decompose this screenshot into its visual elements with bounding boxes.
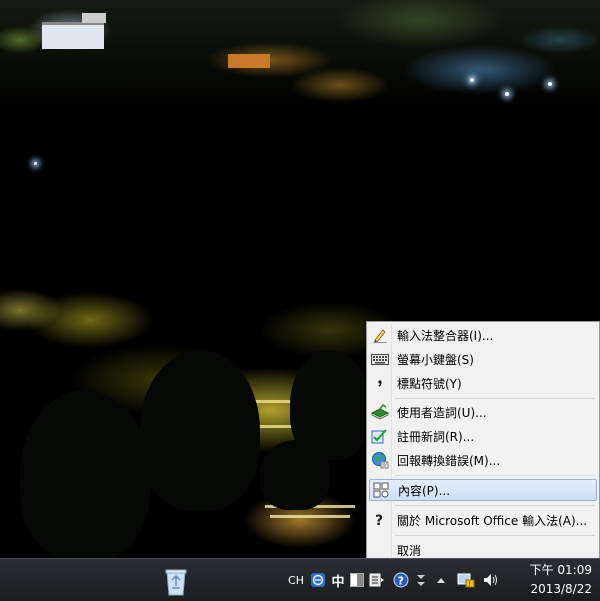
menu-item-label: 回報轉換錯誤(M)... [397,453,501,468]
network-icon[interactable]: ! [456,571,476,589]
taskbar: CH 中 ? ! 下午 01:09 2013/8/22 [0,558,600,601]
language-indicator[interactable]: CH [286,571,306,589]
wallpaper-tree [140,350,260,510]
menu-item-label: 使用者造詞(U)... [397,405,487,420]
menu-item-label: 註冊新詞(R)... [397,429,475,444]
clock-time: 下午 01:09 [529,563,592,577]
svg-text:?: ? [375,513,383,528]
show-hidden-icons-icon[interactable] [434,571,448,589]
menu-item-user-dictionary[interactable]: 使用者造詞(U)... [369,401,597,423]
menu-separator [395,505,595,506]
wallpaper-tree [260,440,330,510]
properties-icon [370,479,392,501]
recycle-bin-icon[interactable] [160,565,192,597]
wallpaper-lights [228,54,270,68]
ime-context-menu: 輸入法整合器(I)... 螢幕小鍵盤(S) 標點符號(Y) 使用者造詞(U)..… [366,321,600,565]
ime-icon[interactable] [309,571,327,589]
menu-separator [395,398,595,399]
menu-item-label: 取消 [397,543,422,558]
fullwidth-toggle-icon[interactable] [349,571,365,589]
clock-date: 2013/8/22 [530,582,592,596]
wallpaper-road [270,515,350,518]
menu-item-soft-keyboard[interactable]: 螢幕小鍵盤(S) [369,348,597,370]
pencil-icon [369,324,391,346]
soft-keyboard-tray-icon[interactable] [368,571,386,589]
svg-text:!: ! [469,581,471,588]
menu-item-label: 螢幕小鍵盤(S) [397,352,474,367]
globe-icon [369,449,391,471]
comma-icon [369,372,391,394]
wallpaper-tree [20,390,150,558]
green-book-icon [369,401,391,423]
menu-separator [395,475,595,476]
menu-item-report-error[interactable]: 回報轉換錯誤(M)... [369,449,597,471]
volume-icon[interactable] [482,571,500,589]
help-icon: ? [369,509,391,531]
menu-item-about[interactable]: ? 關於 Microsoft Office 輸入法(A)... [369,509,597,531]
wallpaper-building [42,13,106,49]
menu-item-label: 輸入法整合器(I)... [397,328,494,343]
help-tray-icon[interactable]: ? [392,571,410,589]
wallpaper-light [470,78,474,82]
options-menu-icon[interactable] [414,571,428,589]
menu-separator [395,535,595,536]
wallpaper-light [34,162,37,165]
svg-text:?: ? [398,575,404,588]
menu-item-register-word[interactable]: 註冊新詞(R)... [369,425,597,447]
input-mode-indicator[interactable]: 中 [330,571,346,590]
wallpaper-light [548,82,552,86]
register-word-icon [369,425,391,447]
clock[interactable]: 下午 01:09 2013/8/22 [514,561,592,599]
menu-item-ime-pad[interactable]: 輸入法整合器(I)... [369,324,597,346]
menu-item-label: 內容(P)... [398,483,451,498]
wallpaper-light [505,92,509,96]
menu-item-punctuation[interactable]: 標點符號(Y) [369,372,597,394]
menu-item-properties[interactable]: 內容(P)... [369,479,597,501]
menu-item-label: 關於 Microsoft Office 輸入法(A)... [397,513,588,528]
keyboard-icon [369,348,391,370]
menu-item-label: 標點符號(Y) [397,376,462,391]
